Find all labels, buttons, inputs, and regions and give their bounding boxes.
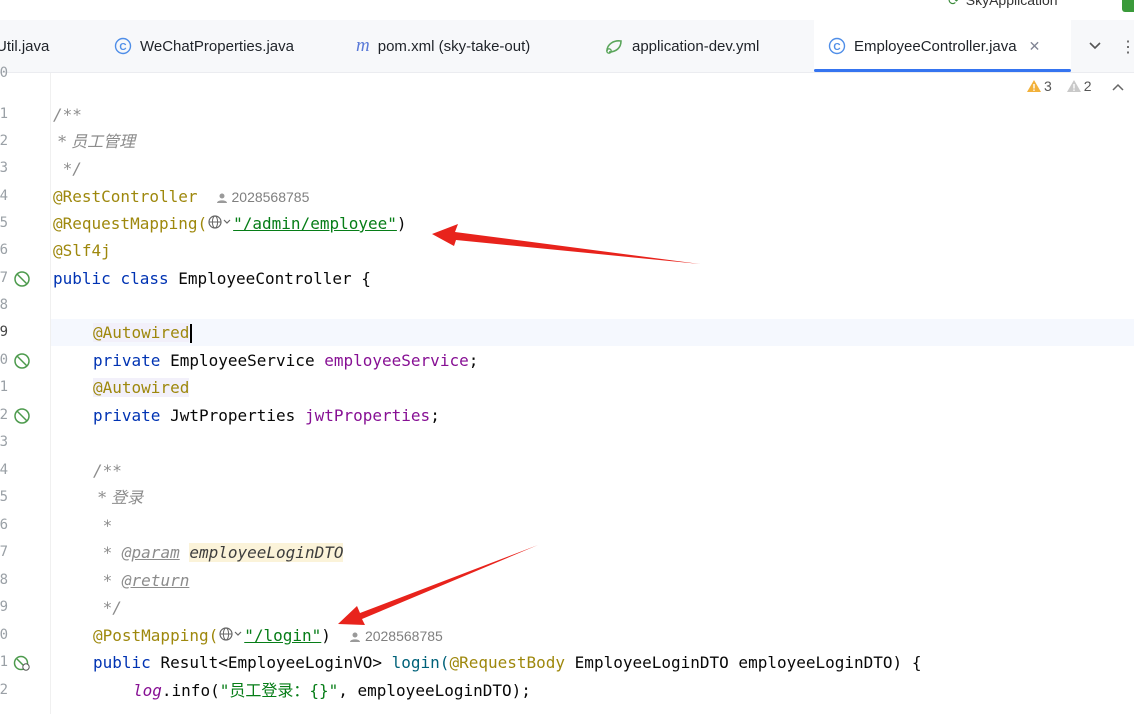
text-caret [190,324,193,343]
close-icon[interactable]: ✕ [1029,38,1041,55]
autowired-gutter-icon[interactable] [13,407,31,425]
tab-pom-xml[interactable]: m pom.xml (sky-take-out) [356,20,530,72]
tab-wechat-properties[interactable]: C WeChatProperties.java [114,20,294,72]
globe-icon[interactable] [207,211,233,238]
maven-icon: m [356,35,370,56]
code-line: 1 @Autowired [0,378,190,397]
tab-label: WeChatProperties.java [140,37,294,55]
post-path-link[interactable]: "/login" [244,626,321,645]
code-line: 8 [0,297,8,313]
tab-label: application-dev.yml [632,37,760,55]
spring-config-icon [604,37,624,55]
chevron-down-icon[interactable] [1088,20,1102,72]
code-line: 5 * 登录 [0,488,144,507]
more-icon[interactable]: ⋮ [1120,20,1134,72]
code-line: 0 private EmployeeService employeeServic… [0,351,479,370]
tab-label: Util.java [0,37,50,55]
bean-gutter-icon[interactable] [13,270,31,288]
code-line: 7 public class EmployeeController { [0,269,371,288]
user-icon [216,193,227,204]
class-icon: C [828,37,846,55]
run-configuration[interactable]: ⟳ SkyApplication [948,0,1058,9]
author-hint[interactable]: 2028568785 [349,628,443,644]
author-hint[interactable]: 2028568785 [216,189,309,205]
code-line: 5 @RequestMapping("/admin/employee") [0,210,1134,237]
code-line: 0 [0,65,8,81]
editor-tab-bar: Util.java C WeChatProperties.java m pom.… [0,20,1134,73]
tab-employee-controller[interactable]: C EmployeeController.java ✕ [814,20,1071,72]
code-line: 0 @PostMapping("/login") 2028568785 [0,622,1134,649]
code-line: 7 * @param employeeLoginDTO [0,543,344,562]
mapping-path-link[interactable]: "/admin/employee" [233,214,397,233]
code-line: 2 log.info("员工登录：{}", employeeLoginDTO); [0,681,531,700]
code-line: 2 private JwtProperties jwtProperties; [0,406,440,425]
code-line: 9 @Autowired [0,319,1134,346]
svg-text:C: C [119,42,126,53]
tab-application-dev[interactable]: application-dev.yml [604,20,759,72]
top-toolbar-strip: ⟳ SkyApplication [0,0,1134,20]
code-line: 4 @RestController 2028568785 [0,187,310,206]
code-line: 8 * @return [0,571,190,590]
code-line: 4 /** [0,461,122,480]
code-line: 1 /** [0,105,82,124]
tab-label: pom.xml (sky-take-out) [377,37,531,55]
svg-text:C: C [833,42,840,53]
user-icon [349,632,360,643]
globe-icon[interactable] [218,623,244,650]
code-line: 2 * 员工管理 [0,132,136,151]
class-icon: C [114,37,132,55]
run-button-edge[interactable] [1122,0,1134,12]
code-line: 6 * [0,516,113,535]
code-line: 1 public Result<EmployeeLoginVO> login(@… [0,653,922,672]
code-line: 3 */ [0,159,82,178]
autowired-gutter-icon[interactable] [13,352,31,370]
code-line: 6 @Slf4j [0,241,111,260]
code-line: 3 [0,434,8,450]
endpoint-gutter-icon[interactable] [13,654,31,672]
code-line: 9 */ [0,598,122,617]
tab-label: EmployeeController.java [854,37,1017,55]
spring-boot-icon: ⟳ [948,0,960,8]
